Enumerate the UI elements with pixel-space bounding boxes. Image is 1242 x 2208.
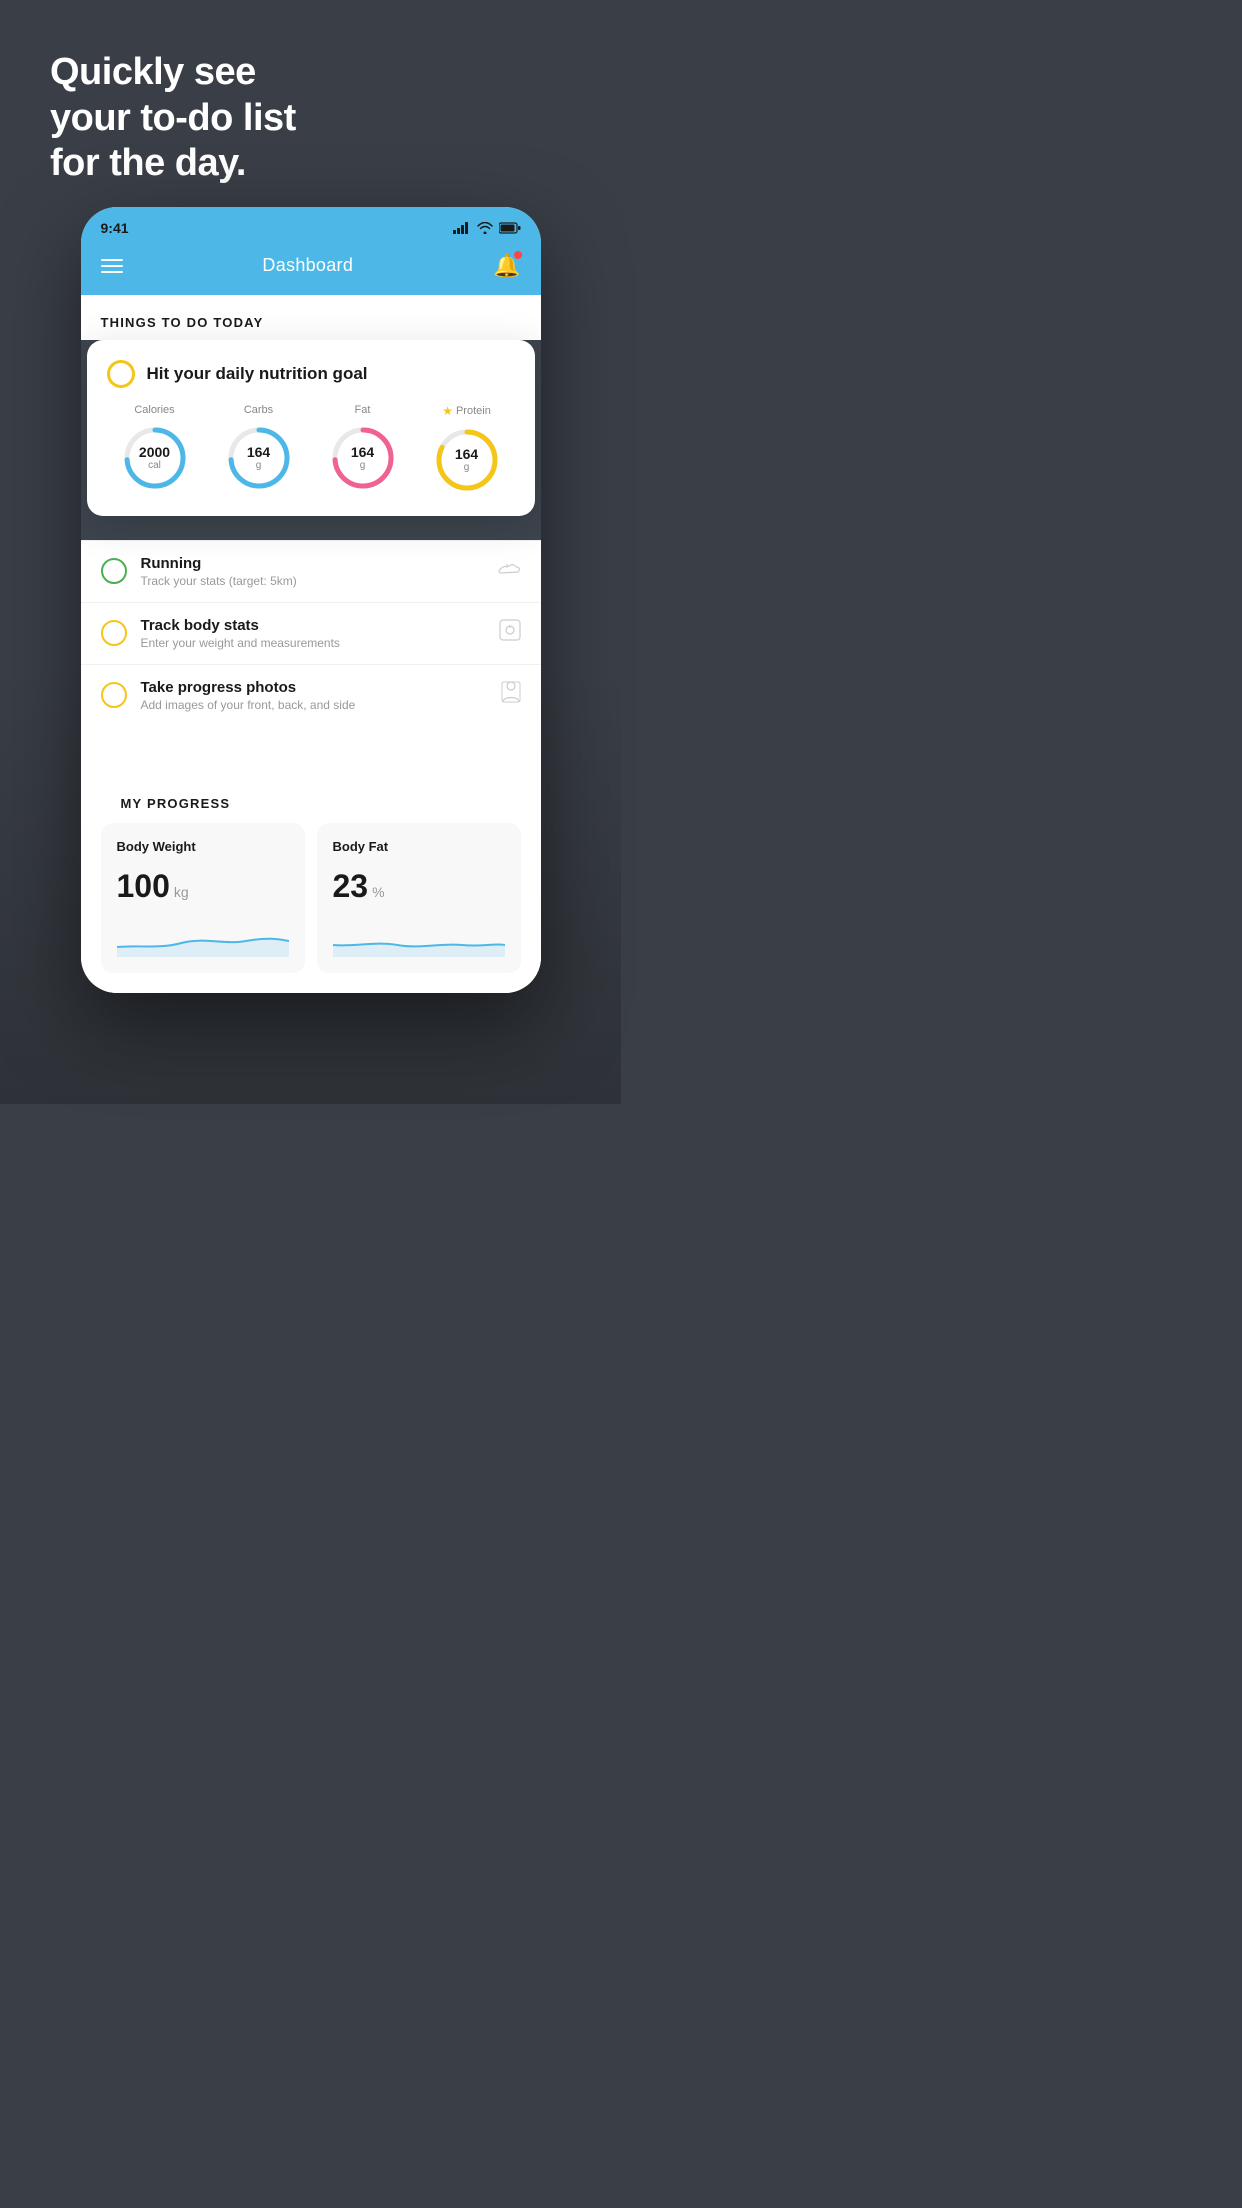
notification-dot xyxy=(514,251,522,259)
fat-ring: 164 g xyxy=(327,422,399,494)
notification-bell[interactable]: 🔔 xyxy=(493,253,520,279)
hamburger-menu[interactable] xyxy=(101,259,123,273)
body-fat-number: 23 xyxy=(333,868,369,905)
protein-value: 164 g xyxy=(455,447,478,473)
body-weight-chart xyxy=(117,917,289,957)
spacer xyxy=(81,726,541,756)
todo-text-running: Running Track your stats (target: 5km) xyxy=(141,555,483,588)
calories-value: 2000 cal xyxy=(139,445,170,471)
things-section-title: THINGS TO DO TODAY xyxy=(81,295,541,342)
progress-card-weight[interactable]: Body Weight 100 kg xyxy=(101,823,305,973)
hero-title: Quickly see your to-do list for the day. xyxy=(50,50,571,187)
progress-section-title: MY PROGRESS xyxy=(101,776,521,823)
calories-label: Calories xyxy=(134,404,174,416)
nutrition-item-carbs: Carbs 164 g xyxy=(223,404,295,496)
fat-value: 164 g xyxy=(351,445,374,471)
todo-title-running: Running xyxy=(141,555,483,572)
todo-circle-photos xyxy=(101,682,127,708)
scale-icon xyxy=(499,619,521,647)
battery-icon xyxy=(499,222,521,234)
todo-item-running[interactable]: Running Track your stats (target: 5km) xyxy=(81,540,541,602)
nutrition-card-header: Hit your daily nutrition goal xyxy=(107,360,515,388)
nutrition-item-protein: ★ Protein 164 g xyxy=(431,404,503,496)
body-weight-value-row: 100 kg xyxy=(117,868,289,905)
todo-title-photos: Take progress photos xyxy=(141,679,487,696)
body-fat-title: Body Fat xyxy=(333,839,505,854)
app-header: Dashboard 🔔 xyxy=(81,245,541,295)
nutrition-card-title: Hit your daily nutrition goal xyxy=(147,364,368,384)
progress-cards: Body Weight 100 kg xyxy=(101,823,521,993)
fat-label: Fat xyxy=(355,404,371,416)
todo-circle-nutrition[interactable] xyxy=(107,360,135,388)
header-title: Dashboard xyxy=(262,255,353,276)
protein-ring: 164 g xyxy=(431,424,503,496)
hero-section: Quickly see your to-do list for the day. xyxy=(20,40,601,187)
nutrition-circles: Calories 2000 cal xyxy=(107,404,515,496)
phone-frame: 9:41 xyxy=(81,207,541,993)
todo-list: Running Track your stats (target: 5km) xyxy=(81,540,541,726)
todo-item-body-stats[interactable]: Track body stats Enter your weight and m… xyxy=(81,602,541,664)
todo-text-body-stats: Track body stats Enter your weight and m… xyxy=(141,617,485,650)
protein-label: ★ Protein xyxy=(442,404,491,418)
body-weight-unit: kg xyxy=(174,884,189,900)
signal-icon xyxy=(453,222,471,234)
body-fat-chart xyxy=(333,917,505,957)
body-weight-number: 100 xyxy=(117,868,170,905)
todo-item-photos[interactable]: Take progress photos Add images of your … xyxy=(81,664,541,726)
todo-title-body-stats: Track body stats xyxy=(141,617,485,634)
todo-circle-running xyxy=(101,558,127,584)
carbs-label: Carbs xyxy=(244,404,273,416)
progress-card-fat[interactable]: Body Fat 23 % xyxy=(317,823,521,973)
nutrition-card: Hit your daily nutrition goal Calories xyxy=(87,340,535,516)
nutrition-item-fat: Fat 164 g xyxy=(327,404,399,496)
todo-text-photos: Take progress photos Add images of your … xyxy=(141,679,487,712)
body-fat-value-row: 23 % xyxy=(333,868,505,905)
todo-subtitle-body-stats: Enter your weight and measurements xyxy=(141,636,485,650)
carbs-value: 164 g xyxy=(247,445,270,471)
carbs-ring: 164 g xyxy=(223,422,295,494)
calories-ring: 2000 cal xyxy=(119,422,191,494)
body-fat-unit: % xyxy=(372,884,384,900)
status-bar: 9:41 xyxy=(81,207,541,245)
progress-section: MY PROGRESS Body Weight 100 kg xyxy=(81,756,541,993)
todo-subtitle-running: Track your stats (target: 5km) xyxy=(141,574,483,588)
status-icons xyxy=(453,222,521,234)
shoe-icon xyxy=(497,559,521,583)
star-icon: ★ xyxy=(442,404,453,418)
things-header: THINGS TO DO TODAY xyxy=(81,295,541,342)
todo-circle-body-stats xyxy=(101,620,127,646)
todo-subtitle-photos: Add images of your front, back, and side xyxy=(141,698,487,712)
body-weight-title: Body Weight xyxy=(117,839,289,854)
wifi-icon xyxy=(477,222,493,234)
nutrition-item-calories: Calories 2000 cal xyxy=(119,404,191,496)
person-icon xyxy=(501,681,521,709)
status-time: 9:41 xyxy=(101,220,129,236)
